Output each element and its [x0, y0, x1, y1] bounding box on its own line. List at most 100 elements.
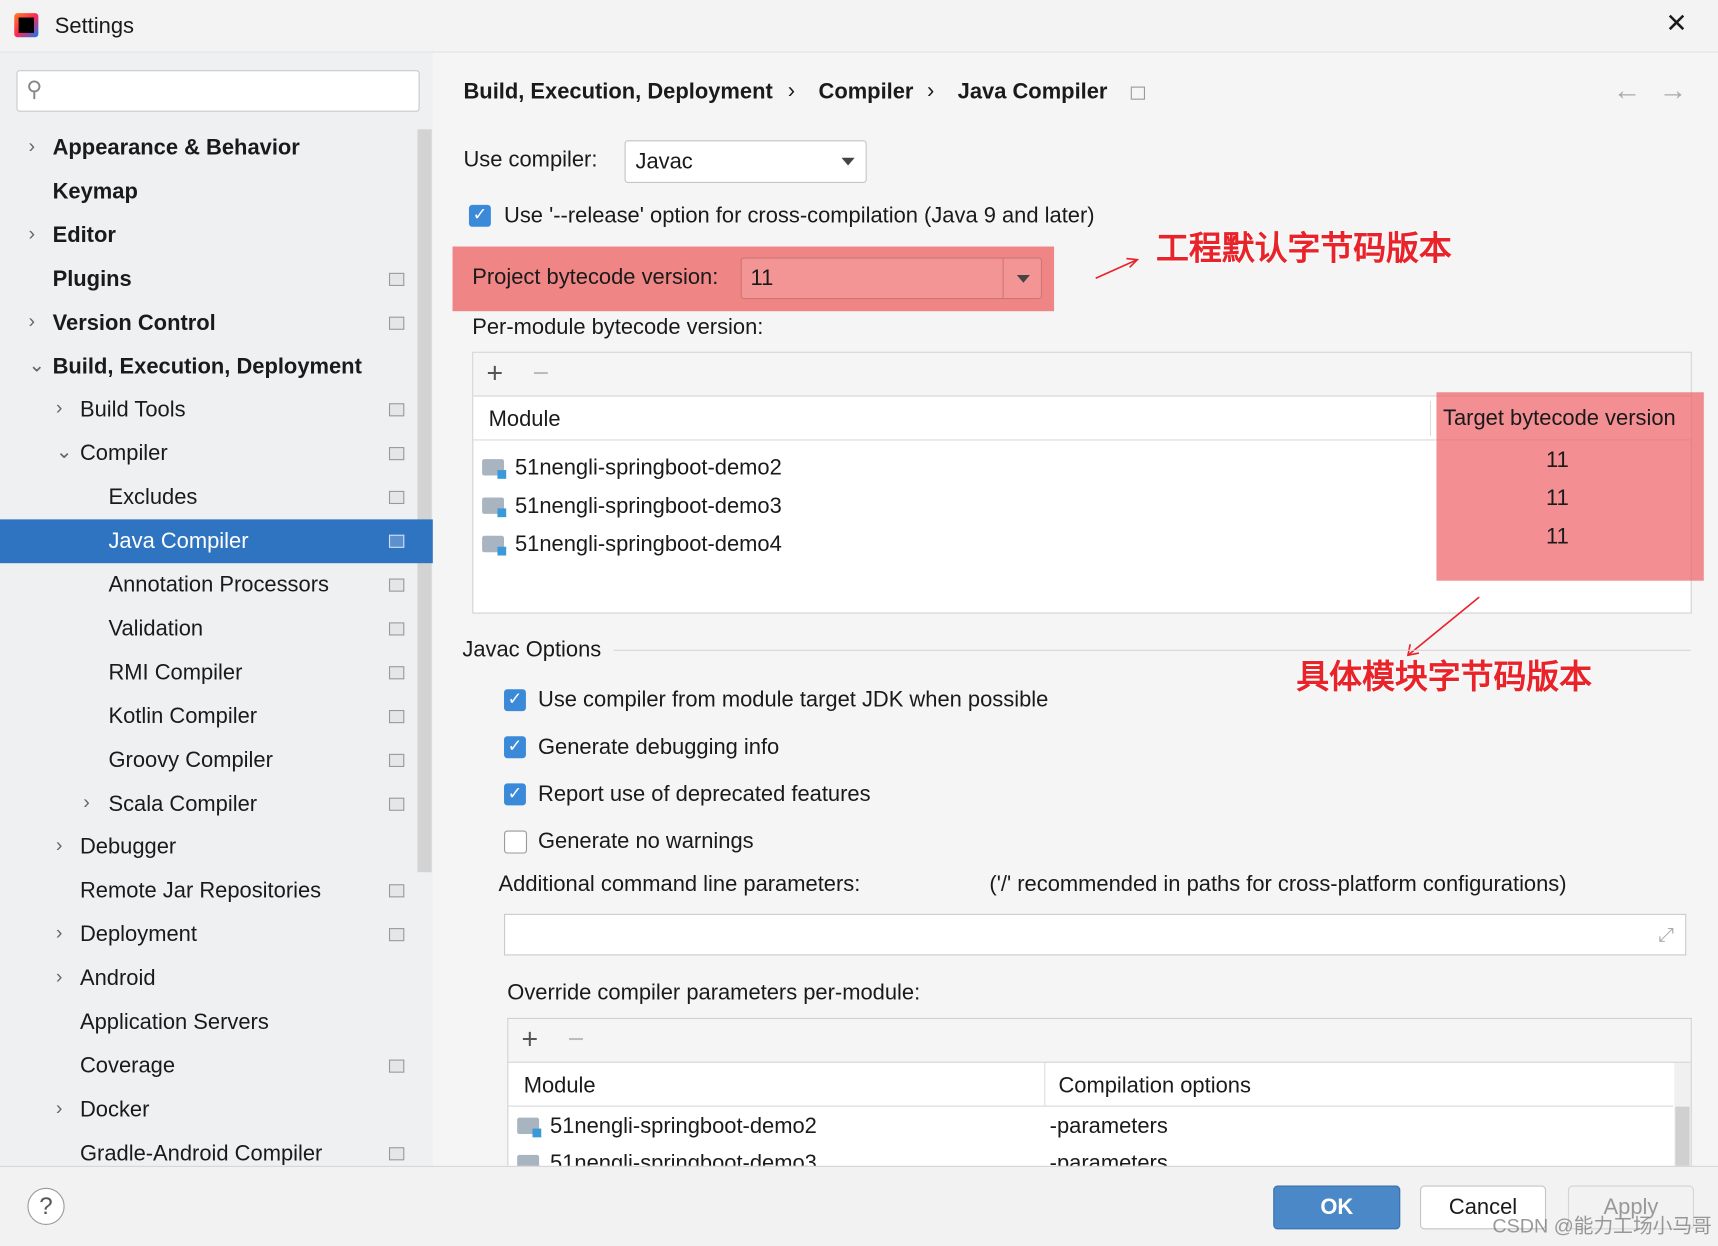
additional-params-hint: ('/' recommended in paths for cross-plat… [989, 872, 1567, 897]
add-icon[interactable]: + [522, 1024, 539, 1052]
compiler-dropdown[interactable]: Javac [624, 140, 867, 183]
sidebar-item-application-servers[interactable]: Application Servers [0, 1000, 433, 1044]
chevron-down-icon[interactable]: ⌄ [56, 441, 73, 464]
project-scope-icon [388, 578, 405, 592]
option-label: Generate debugging info [537, 735, 780, 760]
column-module[interactable]: Module [489, 407, 561, 433]
sidebar-item-label: Remote Jar Repositories [79, 879, 322, 904]
compilation-options[interactable]: -parameters [1050, 1113, 1168, 1139]
target-version[interactable]: 11 [1546, 524, 1569, 550]
sidebar-item-groovy-compiler[interactable]: Groovy Compiler [0, 738, 433, 782]
target-version[interactable]: 11 [1546, 447, 1569, 473]
chevron-right-icon[interactable]: › [56, 922, 63, 945]
table-row[interactable]: 51nengli-springboot-demo2 -parameters [508, 1108, 1672, 1145]
chevron-right-icon[interactable]: › [28, 135, 35, 158]
project-scope-icon [388, 753, 405, 767]
project-scope-icon [388, 665, 405, 680]
sidebar-item-android[interactable]: › Android [0, 957, 433, 1001]
chevron-right-icon[interactable]: › [56, 965, 63, 988]
expand-icon[interactable]: ⤢ [1658, 921, 1674, 947]
sidebar-item-version-control[interactable]: › Version Control [0, 301, 433, 345]
chevron-right-icon[interactable]: › [56, 397, 63, 420]
breadcrumb-item[interactable]: Java Compiler [958, 79, 1108, 105]
sidebar-item-label: Scala Compiler [108, 791, 258, 816]
table-row[interactable]: 51nengli-springboot-demo3 -parameters [508, 1145, 1672, 1167]
project-scope-icon [388, 491, 405, 505]
sidebar-item-build-execution-deployment[interactable]: ⌄ Build, Execution, Deployment [0, 345, 433, 389]
chevron-right-icon[interactable]: › [56, 834, 63, 857]
option-checkbox[interactable]: ✓ [504, 689, 526, 712]
sidebar-item-annotation-processors[interactable]: Annotation Processors [0, 563, 433, 607]
chevron-right-icon[interactable]: › [83, 791, 90, 814]
breadcrumb-item[interactable]: Build, Execution, Deployment [463, 79, 772, 105]
sidebar-item-rmi-compiler[interactable]: RMI Compiler [0, 651, 433, 695]
chevron-right-icon[interactable]: › [28, 222, 35, 245]
divider [613, 649, 1691, 651]
annotation-arrow [1406, 596, 1480, 657]
chevron-down-icon[interactable]: ⌄ [28, 353, 45, 376]
breadcrumb-item[interactable]: Compiler [818, 79, 913, 105]
sidebar-item-label: Annotation Processors [108, 573, 329, 598]
sidebar-item-label: Android [79, 966, 156, 991]
option-label: Use compiler from module target JDK when… [537, 688, 1049, 713]
sidebar-item-scala-compiler[interactable]: › Scala Compiler [0, 782, 433, 826]
sidebar-item-appearance-behavior[interactable]: › Appearance & Behavior [0, 126, 433, 170]
annotation-module-bytecode: 具体模块字节码版本 [1296, 658, 1593, 697]
app-logo-icon [14, 13, 39, 38]
sidebar-item-label: Groovy Compiler [108, 747, 273, 773]
column-compilation-options[interactable]: Compilation options [1058, 1073, 1250, 1099]
back-icon[interactable]: ← [1613, 76, 1641, 104]
target-version[interactable]: 11 [1546, 485, 1569, 511]
sidebar-item-debugger[interactable]: › Debugger [0, 825, 433, 869]
forward-icon[interactable]: → [1659, 76, 1687, 104]
title-bar: Settings ✕ [0, 0, 1718, 53]
add-icon[interactable]: + [486, 358, 503, 386]
project-scope-icon [388, 709, 405, 723]
chevron-down-icon [841, 157, 855, 172]
project-scope-icon [388, 928, 405, 942]
search-input[interactable]: ⚲ [16, 70, 420, 112]
project-bytecode-dropdown[interactable]: 11 [740, 257, 1043, 300]
additional-params-input[interactable]: ⤢ [504, 913, 1687, 956]
option-checkbox[interactable] [504, 830, 528, 854]
sidebar-item-gradle-android-compiler[interactable]: Gradle-Android Compiler [0, 1132, 433, 1176]
chevron-right-icon[interactable]: › [56, 1097, 63, 1120]
table-header: Module Compilation options [508, 1062, 1674, 1107]
breadcrumb-separator-icon: › [787, 78, 796, 103]
sidebar-item-kotlin-compiler[interactable]: Kotlin Compiler [0, 694, 433, 738]
sidebar-item-label: Keymap [52, 179, 138, 204]
sidebar-item-validation[interactable]: Validation [0, 607, 433, 651]
table-scrollbar[interactable] [1674, 1062, 1691, 1167]
column-module[interactable]: Module [524, 1073, 596, 1099]
chevron-right-icon[interactable]: › [28, 310, 35, 333]
sidebar-item-remote-jar-repositories[interactable]: Remote Jar Repositories [0, 869, 433, 913]
sidebar-item-build-tools[interactable]: › Build Tools [0, 388, 433, 432]
sidebar-item-editor[interactable]: › Editor [0, 213, 433, 257]
column-target-bytecode-version[interactable]: Target bytecode version [1443, 405, 1676, 431]
sidebar-item-keymap[interactable]: Keymap [0, 170, 433, 214]
pin-icon[interactable] [1130, 86, 1146, 100]
sidebar-item-label: Application Servers [79, 1010, 269, 1035]
compilation-options[interactable]: -parameters [1050, 1150, 1168, 1167]
remove-icon[interactable]: − [568, 1024, 585, 1052]
remove-icon[interactable]: − [533, 358, 550, 386]
sidebar-item-docker[interactable]: › Docker [0, 1088, 433, 1132]
sidebar-item-java-compiler[interactable]: Java Compiler [0, 519, 433, 564]
sidebar-item-excludes[interactable]: Excludes [0, 476, 433, 520]
compiler-value: Javac [635, 150, 693, 175]
sidebar-item-coverage[interactable]: Coverage [0, 1044, 433, 1088]
close-icon[interactable]: ✕ [1665, 10, 1687, 37]
sidebar-item-compiler[interactable]: ⌄ Compiler [0, 432, 433, 476]
release-option-label: Use '--release' option for cross-compila… [504, 203, 1095, 228]
release-option-checkbox[interactable]: ✓ [468, 204, 491, 227]
sidebar-item-deployment[interactable]: › Deployment [0, 913, 433, 957]
option-checkbox[interactable]: ✓ [504, 783, 526, 806]
annotation-arrow [1095, 257, 1140, 280]
help-button[interactable]: ? [27, 1187, 65, 1225]
ok-button[interactable]: OK [1273, 1185, 1401, 1230]
option-checkbox[interactable]: ✓ [504, 736, 526, 759]
sidebar-item-label: Version Control [52, 310, 216, 335]
sidebar-item-label: Gradle-Android Compiler [79, 1141, 323, 1166]
sidebar-item-plugins[interactable]: Plugins [0, 257, 433, 301]
module-folder-icon [482, 459, 507, 479]
